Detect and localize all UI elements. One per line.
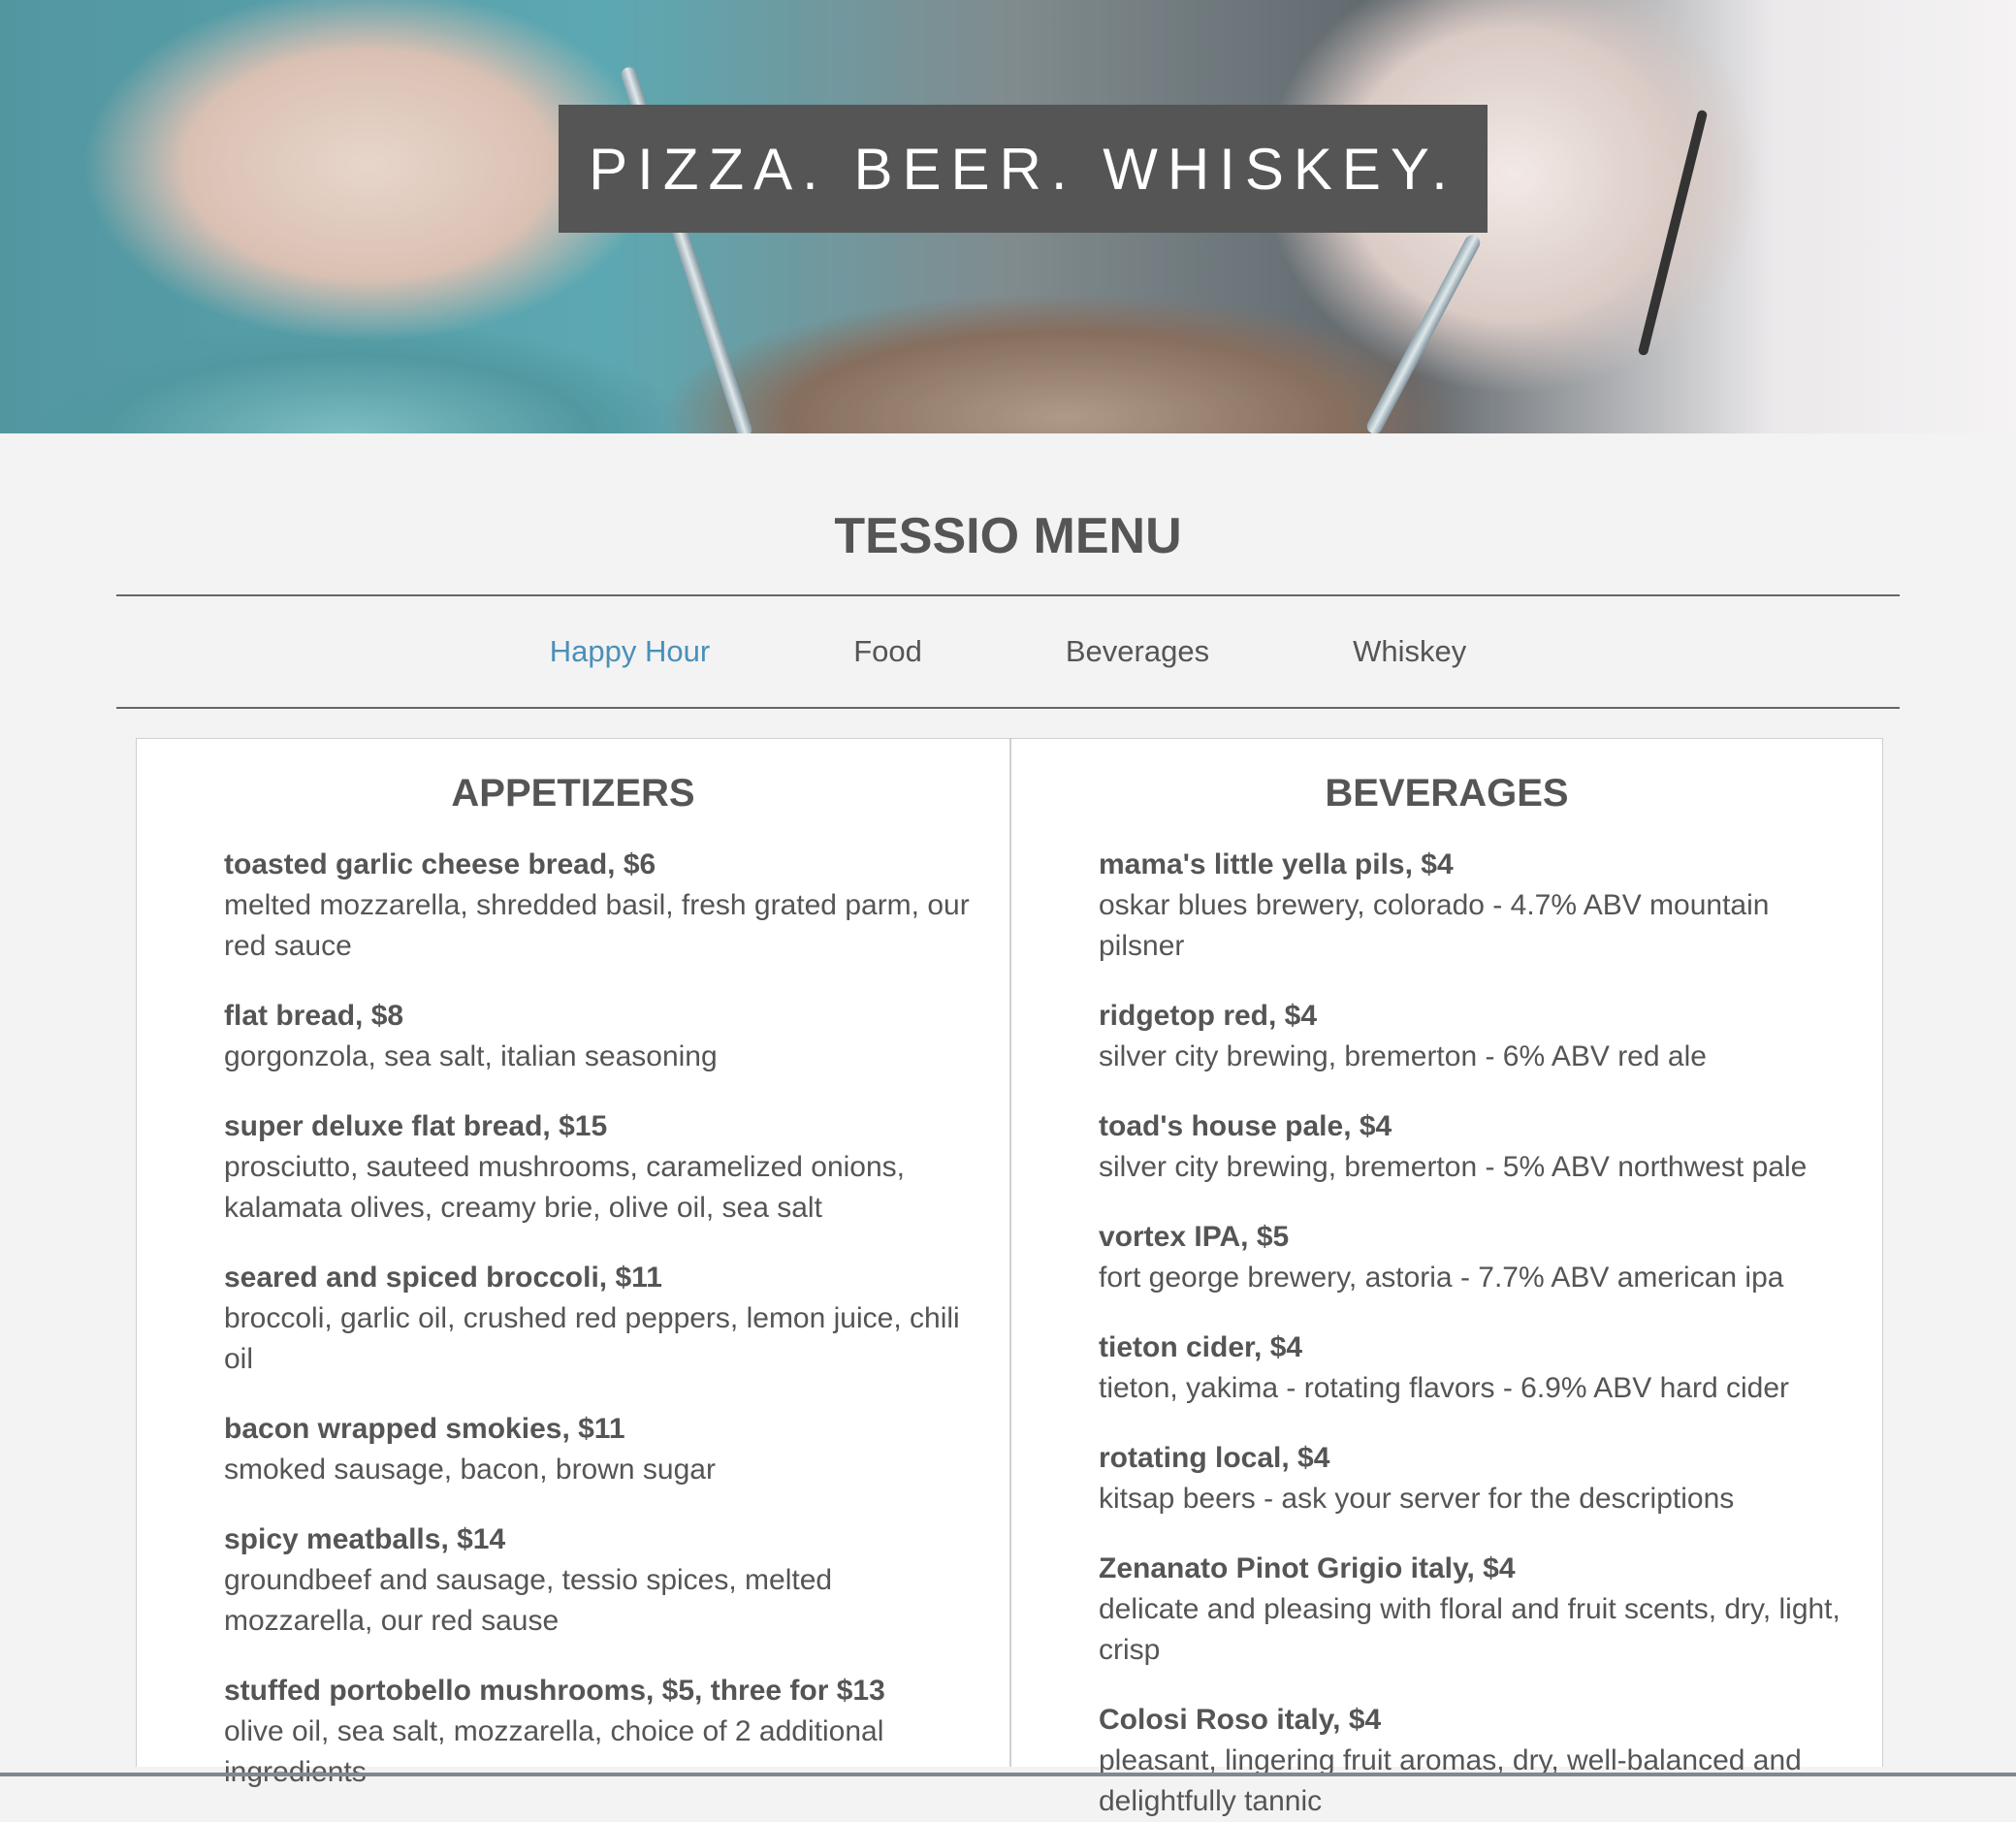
menu-item-name: super deluxe flat bread, $15 xyxy=(224,1110,608,1142)
tab-whiskey[interactable]: Whiskey xyxy=(1353,634,1466,669)
appetizers-heading: APPETIZERS xyxy=(451,772,695,815)
menu-item-name: ridgetop red, $4 xyxy=(1099,1000,1318,1032)
menu-item: ridgetop red, $4 silver city brewing, br… xyxy=(1099,996,1843,1077)
menu-item: spicy meatballs, $14 groundbeef and saus… xyxy=(224,1519,971,1642)
menu-item: rotating local, $4 kitsap beers - ask yo… xyxy=(1099,1438,1843,1519)
menu-item-name: Colosi Roso italy, $4 xyxy=(1099,1704,1382,1736)
hero-title-box: PIZZA. BEER. WHISKEY. xyxy=(559,105,1488,233)
menu-item: super deluxe flat bread, $15 prosciutto,… xyxy=(224,1106,971,1229)
menu-item-name: Zenanato Pinot Grigio italy, $4 xyxy=(1099,1552,1516,1584)
menu-item: Zenanato Pinot Grigio italy, $4 delicate… xyxy=(1099,1549,1843,1671)
menu-tabs: Happy Hour Food Beverages Whiskey xyxy=(116,594,1900,709)
tab-happy-hour[interactable]: Happy Hour xyxy=(550,634,710,669)
viewport-bottom-edge xyxy=(0,1773,2016,1776)
menu-item-name: mama's little yella pils, $4 xyxy=(1099,848,1454,880)
menu-item-description: gorgonzola, sea salt, italian seasoning xyxy=(224,1040,718,1072)
menu-item-name: spicy meatballs, $14 xyxy=(224,1523,506,1555)
menu-panel: APPETIZERS toasted garlic cheese bread, … xyxy=(136,738,1883,1817)
menu-item-description: delicate and pleasing with floral and fr… xyxy=(1099,1593,1840,1666)
menu-item-description: broccoli, garlic oil, crushed red pepper… xyxy=(224,1302,960,1375)
menu-item: toasted garlic cheese bread, $6 melted m… xyxy=(224,845,971,967)
menu-item: vortex IPA, $5 fort george brewery, asto… xyxy=(1099,1217,1843,1298)
menu-item-name: rotating local, $4 xyxy=(1099,1442,1330,1474)
menu-item: tieton cider, $4 tieton, yakima - rotati… xyxy=(1099,1327,1843,1409)
menu-item-name: toasted garlic cheese bread, $6 xyxy=(224,848,656,880)
hero-banner-image: PIZZA. BEER. WHISKEY. xyxy=(0,0,2016,433)
menu-item-description: fort george brewery, astoria - 7.7% ABV … xyxy=(1099,1262,1784,1294)
menu-item-name: bacon wrapped smokies, $11 xyxy=(224,1413,625,1445)
menu-item-description: silver city brewing, bremerton - 5% ABV … xyxy=(1099,1151,1808,1183)
menu-item-description: smoked sausage, bacon, brown sugar xyxy=(224,1454,716,1486)
menu-item-description: tieton, yakima - rotating flavors - 6.9%… xyxy=(1099,1372,1789,1404)
menu-item: Colosi Roso italy, $4 pleasant, lingerin… xyxy=(1099,1700,1843,1822)
menu-item: toad's house pale, $4 silver city brewin… xyxy=(1099,1106,1843,1188)
menu-item-description: pleasant, lingering fruit aromas, dry, w… xyxy=(1099,1744,1802,1817)
menu-item-name: stuffed portobello mushrooms, $5, three … xyxy=(224,1675,885,1707)
menu-item: mama's little yella pils, $4 oskar blues… xyxy=(1099,845,1843,967)
menu-item-name: toad's house pale, $4 xyxy=(1099,1110,1392,1142)
hero-title: PIZZA. BEER. WHISKEY. xyxy=(589,136,1457,202)
menu-item: bacon wrapped smokies, $11 smoked sausag… xyxy=(224,1409,971,1490)
straw-icon xyxy=(1637,109,1709,357)
menu-item-description: silver city brewing, bremerton - 6% ABV … xyxy=(1099,1040,1707,1072)
menu-item: flat bread, $8 gorgonzola, sea salt, ita… xyxy=(224,996,971,1077)
menu-item-description: oskar blues brewery, colorado - 4.7% ABV… xyxy=(1099,889,1770,962)
menu-item-description: groundbeef and sausage, tessio spices, m… xyxy=(224,1564,833,1637)
menu-item: seared and spiced broccoli, $11 broccoli… xyxy=(224,1258,971,1380)
menu-item-name: vortex IPA, $5 xyxy=(1099,1221,1290,1253)
menu-item-name: seared and spiced broccoli, $11 xyxy=(224,1262,662,1294)
tab-food[interactable]: Food xyxy=(853,634,922,669)
beverages-column: BEVERAGES mama's little yella pils, $4 o… xyxy=(1009,739,1882,1817)
tab-beverages[interactable]: Beverages xyxy=(1066,634,1209,669)
page-title: TESSIO MENU xyxy=(834,508,1182,564)
appetizers-column: APPETIZERS toasted garlic cheese bread, … xyxy=(137,739,1009,1788)
menu-item-description: kitsap beers - ask your server for the d… xyxy=(1099,1483,1735,1515)
menu-item-name: flat bread, $8 xyxy=(224,1000,404,1032)
menu-item-description: olive oil, sea salt, mozzarella, choice … xyxy=(224,1715,884,1788)
knife-icon xyxy=(1363,232,1484,433)
menu-item-description: melted mozzarella, shredded basil, fresh… xyxy=(224,889,970,962)
menu-item-description: prosciutto, sauteed mushrooms, carameliz… xyxy=(224,1151,906,1224)
beverages-heading: BEVERAGES xyxy=(1325,772,1569,815)
menu-item-name: tieton cider, $4 xyxy=(1099,1331,1303,1363)
